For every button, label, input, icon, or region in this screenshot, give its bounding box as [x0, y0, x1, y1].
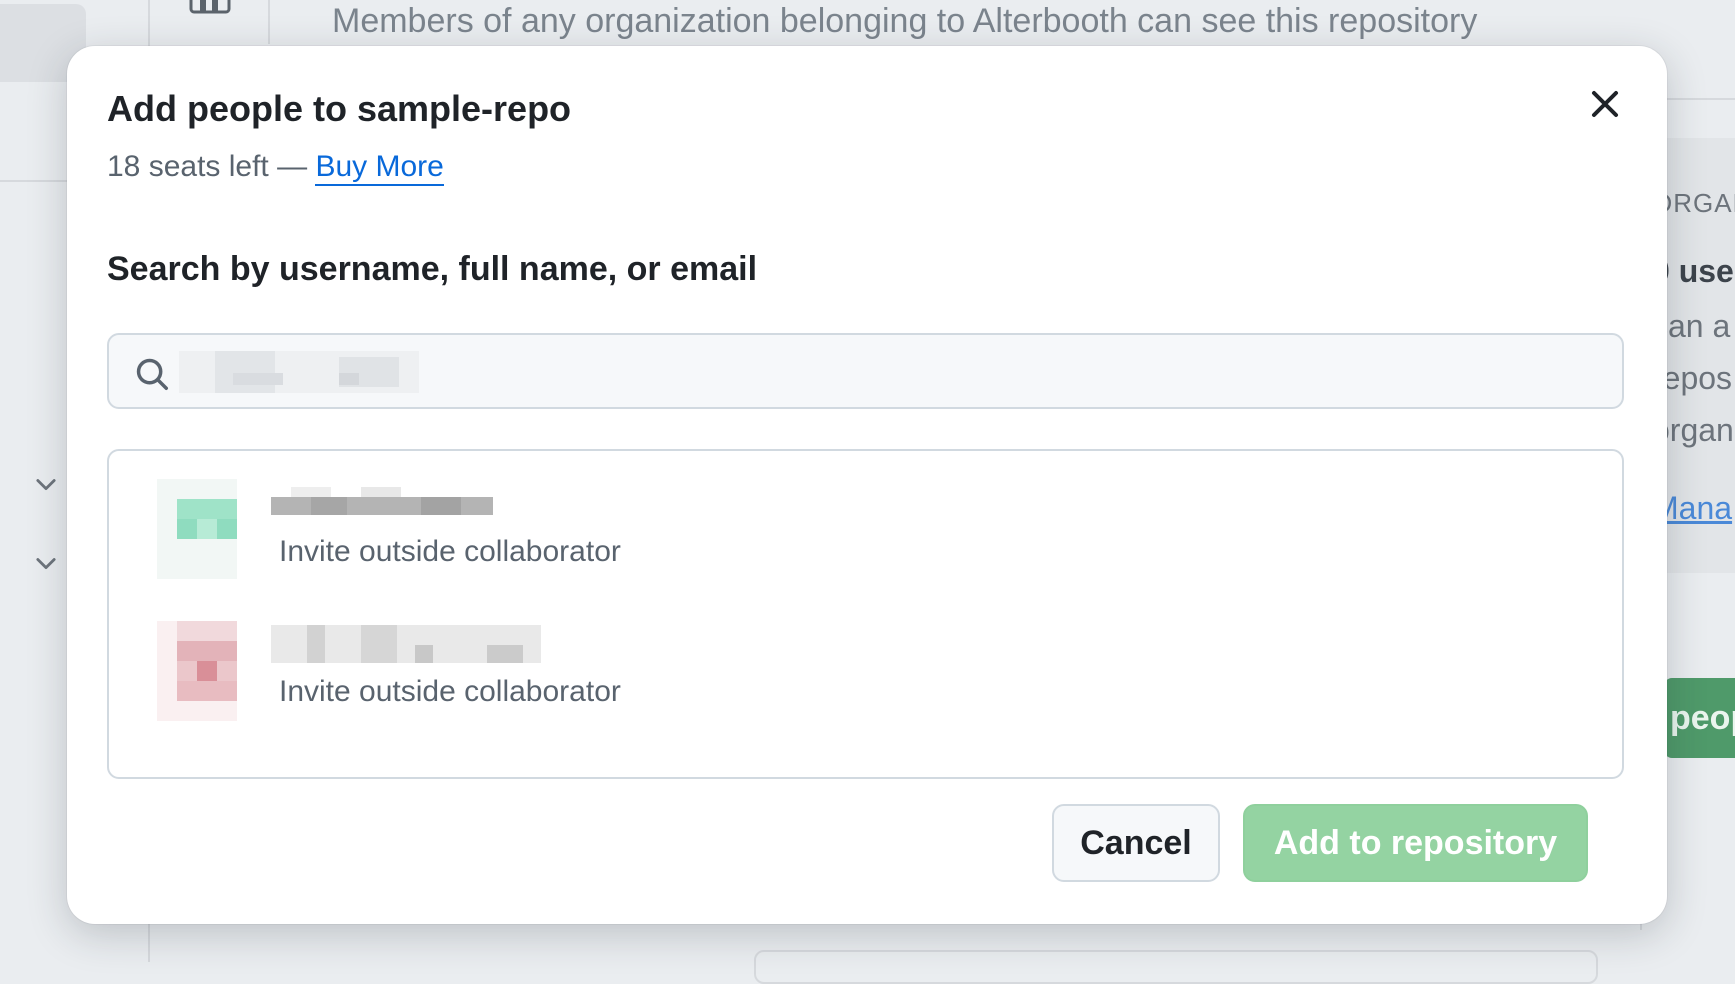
cancel-button[interactable]: Cancel — [1052, 804, 1220, 882]
redacted-query — [179, 351, 419, 393]
redacted-username — [271, 487, 493, 515]
background-divider — [268, 0, 270, 44]
background-visibility-text: Members of any organization belonging to… — [332, 2, 1478, 40]
seats-left-text: 18 seats left — — [107, 150, 308, 183]
close-button[interactable] — [1583, 82, 1627, 126]
result-subtitle: Invite outside collaborator — [279, 535, 621, 568]
search-field[interactable] — [107, 333, 1624, 409]
add-people-dialog: Add people to sample-repo 18 seats left … — [67, 46, 1667, 924]
close-icon — [1591, 90, 1619, 118]
chevron-down-icon — [36, 558, 56, 570]
search-label: Search by username, full name, or email — [107, 250, 758, 288]
dialog-title: Add people to sample-repo — [107, 88, 572, 129]
organization-icon — [189, 0, 231, 14]
background-add-people-button: peop — [1664, 678, 1735, 758]
search-results-list: Invite outside collaborator Invite outsi… — [107, 449, 1624, 779]
result-item[interactable]: Invite outside collaborator — [109, 591, 1622, 731]
redacted-username — [271, 625, 541, 663]
avatar — [157, 621, 237, 721]
search-icon — [136, 358, 168, 390]
background-box — [754, 950, 1598, 984]
result-subtitle: Invite outside collaborator — [279, 675, 621, 708]
seats-remaining: 18 seats left — Buy More — [107, 150, 444, 186]
result-item[interactable]: Invite outside collaborator — [109, 451, 1622, 591]
add-to-repository-button[interactable]: Add to repository — [1243, 804, 1588, 882]
chevron-down-icon — [36, 479, 56, 491]
buy-more-link[interactable]: Buy More — [315, 150, 444, 186]
avatar — [157, 479, 237, 579]
